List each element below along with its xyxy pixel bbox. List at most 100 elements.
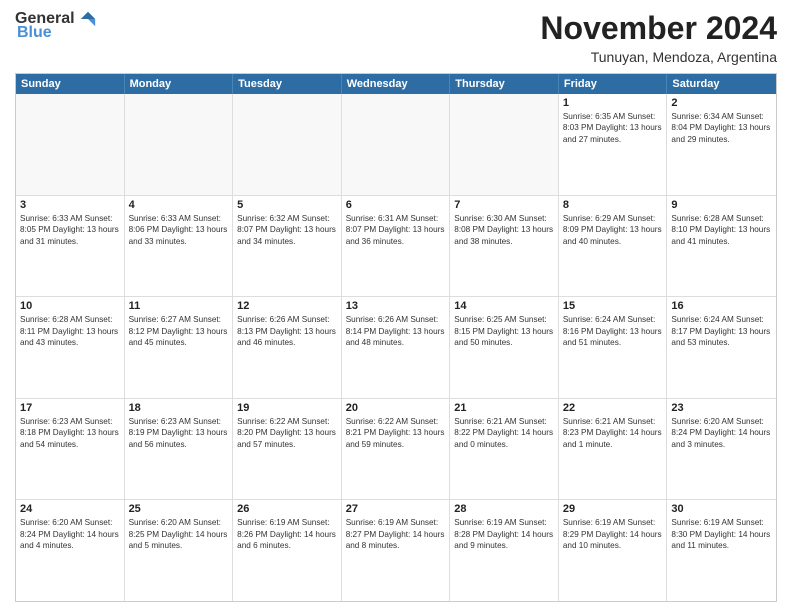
logo: General Blue xyxy=(15,10,97,42)
day-cell-25: 25Sunrise: 6:20 AM Sunset: 8:25 PM Dayli… xyxy=(125,500,234,601)
day-cell-12: 12 Sunrise: 6:26 AM Sunset: 8:13 PM Dayli… xyxy=(233,297,342,398)
day-info-5: Sunrise: 6:32 AM Sunset: 8:07 PM Dayligh… xyxy=(237,213,337,247)
header-monday: Monday xyxy=(125,74,234,94)
day-number-22: 22 xyxy=(563,402,663,414)
day-cell-10: 10 Sunrise: 6:28 AM Sunset: 8:11 PM Dayli… xyxy=(16,297,125,398)
week-5: 24 Sunrise: 6:20 AM Sunset: 8:24 PM Dayli… xyxy=(16,500,776,601)
day-cell-13: 13 Sunrise: 6:26 AM Sunset: 8:14 PM Dayli… xyxy=(342,297,451,398)
day-number-5: 5 xyxy=(237,199,337,211)
day-info-25: Sunrise: 6:20 AM Sunset: 8:25 PM Dayligh… xyxy=(129,517,229,551)
day-info-15: Sunrise: 6:24 AM Sunset: 8:16 PM Dayligh… xyxy=(563,314,663,348)
day-info-18: Sunrise: 6:23 AM Sunset: 8:19 PM Dayligh… xyxy=(129,416,229,450)
empty-cell-w0-d2 xyxy=(233,94,342,195)
day-number-1: 1 xyxy=(563,97,663,109)
day-number-4: 4 xyxy=(129,199,229,211)
day-cell-15: 15 Sunrise: 6:24 AM Sunset: 8:16 PM Dayli… xyxy=(559,297,668,398)
day-number-26: 26 xyxy=(237,503,337,515)
month-title: November 2024 xyxy=(540,10,777,47)
day-number-3: 3 xyxy=(20,199,120,211)
day-number-10: 10 xyxy=(20,300,120,312)
day-cell-9: 9Sunrise: 6:28 AM Sunset: 8:10 PM Daylig… xyxy=(667,196,776,297)
day-info-26: Sunrise: 6:19 AM Sunset: 8:26 PM Dayligh… xyxy=(237,517,337,551)
day-info-11: Sunrise: 6:27 AM Sunset: 8:12 PM Dayligh… xyxy=(129,314,229,348)
day-cell-19: 19 Sunrise: 6:22 AM Sunset: 8:20 PM Dayli… xyxy=(233,399,342,500)
day-info-27: Sunrise: 6:19 AM Sunset: 8:27 PM Dayligh… xyxy=(346,517,446,551)
logo-blue: Blue xyxy=(17,24,52,42)
day-cell-11: 11 Sunrise: 6:27 AM Sunset: 8:12 PM Dayli… xyxy=(125,297,234,398)
header-saturday: Saturday xyxy=(667,74,776,94)
day-number-2: 2 xyxy=(671,97,772,109)
day-info-13: Sunrise: 6:26 AM Sunset: 8:14 PM Dayligh… xyxy=(346,314,446,348)
header: General Blue November 2024 Tunuyan, Mend… xyxy=(15,10,777,65)
day-info-10: Sunrise: 6:28 AM Sunset: 8:11 PM Dayligh… xyxy=(20,314,120,348)
day-cell-28: 28 Sunrise: 6:19 AM Sunset: 8:28 PM Dayli… xyxy=(450,500,559,601)
header-sunday: Sunday xyxy=(16,74,125,94)
day-cell-3: 3Sunrise: 6:33 AM Sunset: 8:05 PM Daylig… xyxy=(16,196,125,297)
day-cell-29: 29 Sunrise: 6:19 AM Sunset: 8:29 PM Dayli… xyxy=(559,500,668,601)
day-info-29: Sunrise: 6:19 AM Sunset: 8:29 PM Dayligh… xyxy=(563,517,663,551)
day-info-20: Sunrise: 6:22 AM Sunset: 8:21 PM Dayligh… xyxy=(346,416,446,450)
day-number-14: 14 xyxy=(454,300,554,312)
location: Tunuyan, Mendoza, Argentina xyxy=(540,49,777,65)
day-number-11: 11 xyxy=(129,300,229,312)
header-friday: Friday xyxy=(559,74,668,94)
day-number-16: 16 xyxy=(671,300,772,312)
day-cell-23: 23Sunrise: 6:20 AM Sunset: 8:24 PM Dayli… xyxy=(667,399,776,500)
empty-cell-w0-d0 xyxy=(16,94,125,195)
logo-icon xyxy=(79,10,97,28)
week-2: 3Sunrise: 6:33 AM Sunset: 8:05 PM Daylig… xyxy=(16,196,776,298)
title-block: November 2024 Tunuyan, Mendoza, Argentin… xyxy=(540,10,777,65)
day-cell-18: 18 Sunrise: 6:23 AM Sunset: 8:19 PM Dayli… xyxy=(125,399,234,500)
empty-cell-w0-d1 xyxy=(125,94,234,195)
day-number-13: 13 xyxy=(346,300,446,312)
day-info-17: Sunrise: 6:23 AM Sunset: 8:18 PM Dayligh… xyxy=(20,416,120,450)
day-number-7: 7 xyxy=(454,199,554,211)
day-number-6: 6 xyxy=(346,199,446,211)
calendar: Sunday Monday Tuesday Wednesday Thursday… xyxy=(15,73,777,602)
header-wednesday: Wednesday xyxy=(342,74,451,94)
day-info-24: Sunrise: 6:20 AM Sunset: 8:24 PM Dayligh… xyxy=(20,517,120,551)
week-1: 1Sunrise: 6:35 AM Sunset: 8:03 PM Daylig… xyxy=(16,94,776,196)
day-info-2: Sunrise: 6:34 AM Sunset: 8:04 PM Dayligh… xyxy=(671,111,772,145)
day-cell-30: 30Sunrise: 6:19 AM Sunset: 8:30 PM Dayli… xyxy=(667,500,776,601)
day-number-24: 24 xyxy=(20,503,120,515)
day-cell-26: 26 Sunrise: 6:19 AM Sunset: 8:26 PM Dayli… xyxy=(233,500,342,601)
day-number-28: 28 xyxy=(454,503,554,515)
empty-cell-w0-d3 xyxy=(342,94,451,195)
day-cell-27: 27 Sunrise: 6:19 AM Sunset: 8:27 PM Dayli… xyxy=(342,500,451,601)
week-4: 17Sunrise: 6:23 AM Sunset: 8:18 PM Dayli… xyxy=(16,399,776,501)
day-number-19: 19 xyxy=(237,402,337,414)
day-number-8: 8 xyxy=(563,199,663,211)
day-cell-14: 14 Sunrise: 6:25 AM Sunset: 8:15 PM Dayli… xyxy=(450,297,559,398)
day-info-28: Sunrise: 6:19 AM Sunset: 8:28 PM Dayligh… xyxy=(454,517,554,551)
day-cell-7: 7Sunrise: 6:30 AM Sunset: 8:08 PM Daylig… xyxy=(450,196,559,297)
day-info-21: Sunrise: 6:21 AM Sunset: 8:22 PM Dayligh… xyxy=(454,416,554,450)
day-number-20: 20 xyxy=(346,402,446,414)
day-info-19: Sunrise: 6:22 AM Sunset: 8:20 PM Dayligh… xyxy=(237,416,337,450)
page: General Blue November 2024 Tunuyan, Mend… xyxy=(0,0,792,612)
day-number-27: 27 xyxy=(346,503,446,515)
day-cell-17: 17Sunrise: 6:23 AM Sunset: 8:18 PM Dayli… xyxy=(16,399,125,500)
day-cell-1: 1Sunrise: 6:35 AM Sunset: 8:03 PM Daylig… xyxy=(559,94,668,195)
day-number-21: 21 xyxy=(454,402,554,414)
day-info-14: Sunrise: 6:25 AM Sunset: 8:15 PM Dayligh… xyxy=(454,314,554,348)
header-thursday: Thursday xyxy=(450,74,559,94)
day-info-22: Sunrise: 6:21 AM Sunset: 8:23 PM Dayligh… xyxy=(563,416,663,450)
day-info-9: Sunrise: 6:28 AM Sunset: 8:10 PM Dayligh… xyxy=(671,213,772,247)
day-cell-4: 4Sunrise: 6:33 AM Sunset: 8:06 PM Daylig… xyxy=(125,196,234,297)
day-info-12: Sunrise: 6:26 AM Sunset: 8:13 PM Dayligh… xyxy=(237,314,337,348)
day-info-6: Sunrise: 6:31 AM Sunset: 8:07 PM Dayligh… xyxy=(346,213,446,247)
day-number-18: 18 xyxy=(129,402,229,414)
day-number-15: 15 xyxy=(563,300,663,312)
day-number-29: 29 xyxy=(563,503,663,515)
day-number-30: 30 xyxy=(671,503,772,515)
empty-cell-w0-d4 xyxy=(450,94,559,195)
header-tuesday: Tuesday xyxy=(233,74,342,94)
day-info-8: Sunrise: 6:29 AM Sunset: 8:09 PM Dayligh… xyxy=(563,213,663,247)
day-number-23: 23 xyxy=(671,402,772,414)
day-number-12: 12 xyxy=(237,300,337,312)
day-cell-6: 6 Sunrise: 6:31 AM Sunset: 8:07 PM Daylig… xyxy=(342,196,451,297)
day-cell-22: 22 Sunrise: 6:21 AM Sunset: 8:23 PM Dayli… xyxy=(559,399,668,500)
day-cell-16: 16Sunrise: 6:24 AM Sunset: 8:17 PM Dayli… xyxy=(667,297,776,398)
day-cell-5: 5 Sunrise: 6:32 AM Sunset: 8:07 PM Daylig… xyxy=(233,196,342,297)
